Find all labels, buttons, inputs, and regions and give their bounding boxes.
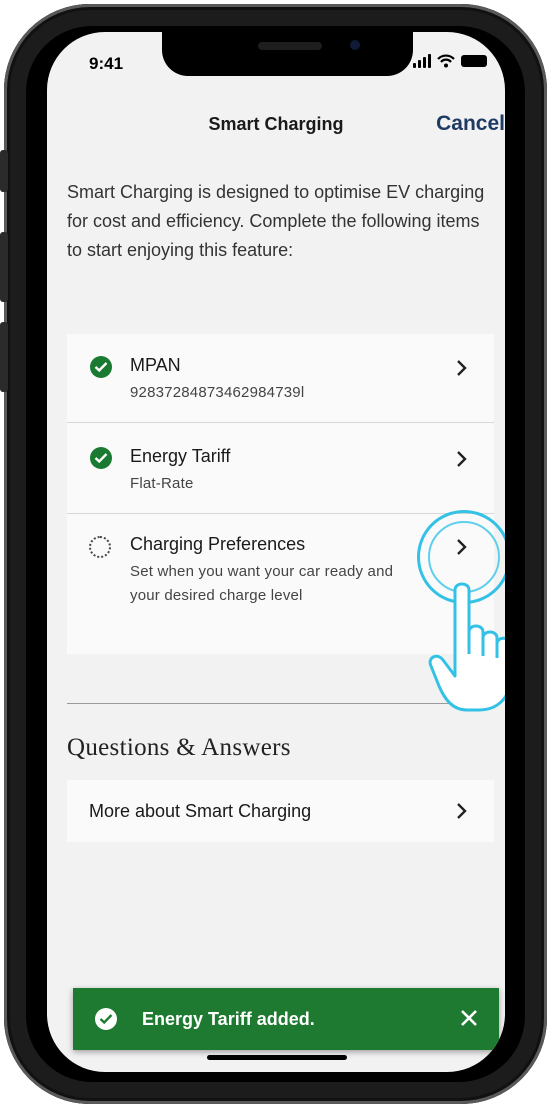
- cancel-button[interactable]: Cancel: [436, 112, 505, 136]
- phone-volume-up: [0, 232, 8, 302]
- speaker-grille: [258, 42, 322, 50]
- setup-item-title: Energy Tariff: [130, 446, 231, 466]
- chevron-right-icon: [457, 451, 467, 467]
- phone-mute-switch: [0, 150, 8, 192]
- setup-item-mpan[interactable]: MPAN 92837284873462984739l: [67, 334, 494, 423]
- tap-hand-icon: [428, 582, 505, 712]
- setup-item-title: MPAN: [130, 355, 181, 375]
- toast-message: Energy Tariff added.: [142, 1009, 315, 1029]
- qa-item-label: More about Smart Charging: [89, 801, 312, 821]
- check-circle-icon: [95, 1008, 117, 1030]
- qa-heading: Questions & Answers: [67, 734, 291, 761]
- front-camera: [350, 40, 360, 50]
- wifi-icon: [437, 54, 455, 68]
- check-circle-icon: [90, 356, 112, 378]
- status-time: 9:41: [89, 54, 124, 73]
- setup-item-title: Charging Preferences: [130, 534, 306, 554]
- chevron-right-icon: [457, 360, 467, 376]
- setup-item-energy-tariff[interactable]: Energy Tariff Flat-Rate: [67, 423, 494, 514]
- intro-text: Smart Charging is designed to optimise E…: [67, 182, 485, 260]
- phone-volume-down: [0, 322, 8, 392]
- battery-icon: [461, 55, 487, 67]
- setup-item-subtitle: 92837284873462984739l: [130, 384, 305, 401]
- setup-item-subtitle: Set when you want your car ready and you…: [130, 563, 394, 604]
- chevron-right-icon: [457, 803, 467, 819]
- signal-icon: [413, 54, 431, 68]
- check-circle-icon: [90, 447, 112, 469]
- qa-item-more-about-smart-charging[interactable]: More about Smart Charging: [67, 780, 494, 842]
- home-indicator: [207, 1055, 347, 1060]
- status-icons: [413, 54, 487, 68]
- app-screen: 9:41 Smart Charging Cancel Smart Chargin…: [47, 32, 505, 1072]
- setup-item-subtitle: Flat-Rate: [130, 475, 194, 492]
- dotted-circle-icon: [89, 536, 111, 558]
- toast-notification: Energy Tariff added.: [73, 988, 499, 1050]
- close-icon[interactable]: [457, 1006, 481, 1030]
- notch: [162, 32, 413, 76]
